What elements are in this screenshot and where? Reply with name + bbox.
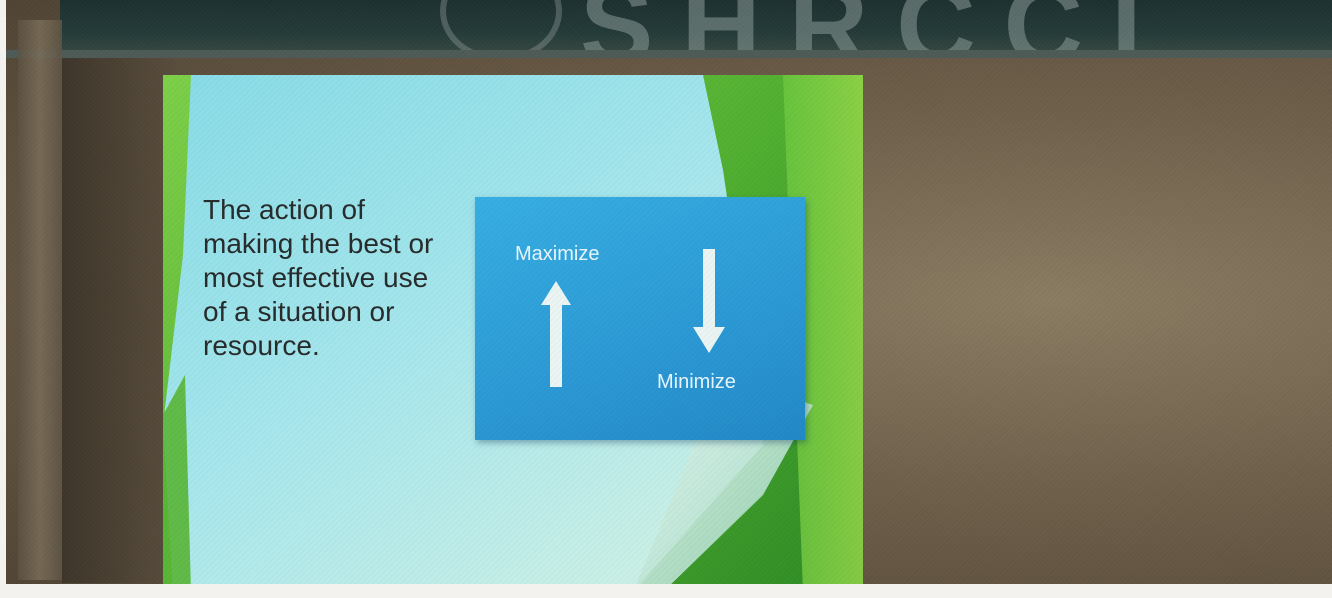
slide-body-line: most effective use [203, 262, 429, 293]
maximize-minimize-diagram: Maximize Minimize [475, 197, 805, 440]
slide-body-line: The action of [203, 194, 365, 225]
maximize-label: Maximize [515, 243, 600, 265]
slide-page: The action of making the best or most ef… [163, 75, 863, 592]
slide-body-line: of a situation or [203, 296, 395, 327]
arrow-up-icon [541, 281, 571, 387]
left-post [18, 20, 62, 580]
minimize-label: Minimize [657, 371, 736, 393]
slide-body-line: resource. [203, 330, 320, 361]
photo: SHRCCL [0, 0, 1332, 598]
slide-body-text: The action of making the best or most ef… [203, 193, 503, 363]
banner-strip [0, 50, 1332, 58]
arrow-down-icon [693, 249, 725, 353]
projected-slide: The action of making the best or most ef… [163, 75, 863, 592]
slide-body-line: making the best or [203, 228, 434, 259]
